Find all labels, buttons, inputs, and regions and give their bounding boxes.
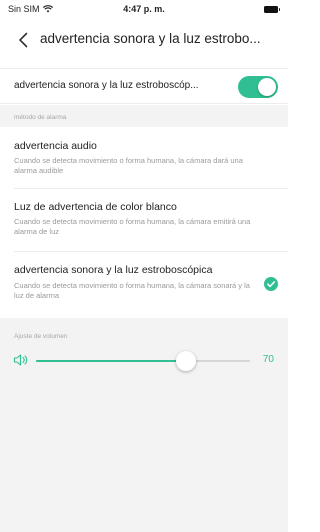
back-button[interactable]	[14, 30, 34, 50]
option-description: Cuando se detecta movimiento o forma hum…	[14, 281, 250, 300]
battery-icon	[264, 6, 280, 13]
nav-bar: advertencia sonora y la luz estrobo...	[0, 22, 288, 58]
option-title: advertencia sonora y la luz estroboscópi…	[14, 264, 213, 276]
alarm-method-label: método de alarma	[14, 114, 67, 121]
option-white-light-warning[interactable]: Luz de advertencia de color blanco Cuand…	[0, 190, 288, 252]
status-time: 4:47 p. m.	[123, 4, 165, 14]
option-description: Cuando se detecta movimiento o forma hum…	[14, 217, 251, 236]
master-toggle-row: advertencia sonora y la luz estroboscóp.…	[0, 68, 288, 104]
slider-knob[interactable]	[175, 351, 196, 371]
slider-fill	[36, 360, 186, 362]
alarm-method-header: método de alarma	[0, 105, 288, 127]
toggle-knob	[258, 78, 276, 96]
option-description: Cuando se detecta movimiento o forma hum…	[14, 156, 243, 175]
option-audio-warning[interactable]: advertencia audio Cuando se detecta movi…	[0, 127, 288, 189]
volume-slider[interactable]	[36, 351, 250, 371]
volume-label: Ajuste de volumen	[14, 333, 68, 340]
master-toggle-switch[interactable]	[238, 76, 278, 98]
speaker-icon	[13, 354, 28, 366]
volume-section: Ajuste de volumen 70	[0, 318, 288, 390]
master-toggle-label: advertencia sonora y la luz estroboscóp.…	[14, 80, 199, 91]
empty-area	[0, 390, 288, 532]
check-circle-icon	[264, 277, 278, 291]
status-bar: Sin SIM 4:47 p. m.	[0, 0, 288, 20]
chevron-left-icon	[19, 32, 28, 48]
option-title: Luz de advertencia de color blanco	[14, 201, 177, 213]
volume-value: 70	[262, 354, 274, 365]
divider	[14, 188, 288, 189]
option-title: advertencia audio	[14, 140, 97, 152]
option-sound-and-strobe-warning[interactable]: advertencia sonora y la luz estroboscópi…	[0, 253, 288, 317]
page-title: advertencia sonora y la luz estrobo...	[40, 31, 261, 46]
divider	[14, 251, 288, 252]
